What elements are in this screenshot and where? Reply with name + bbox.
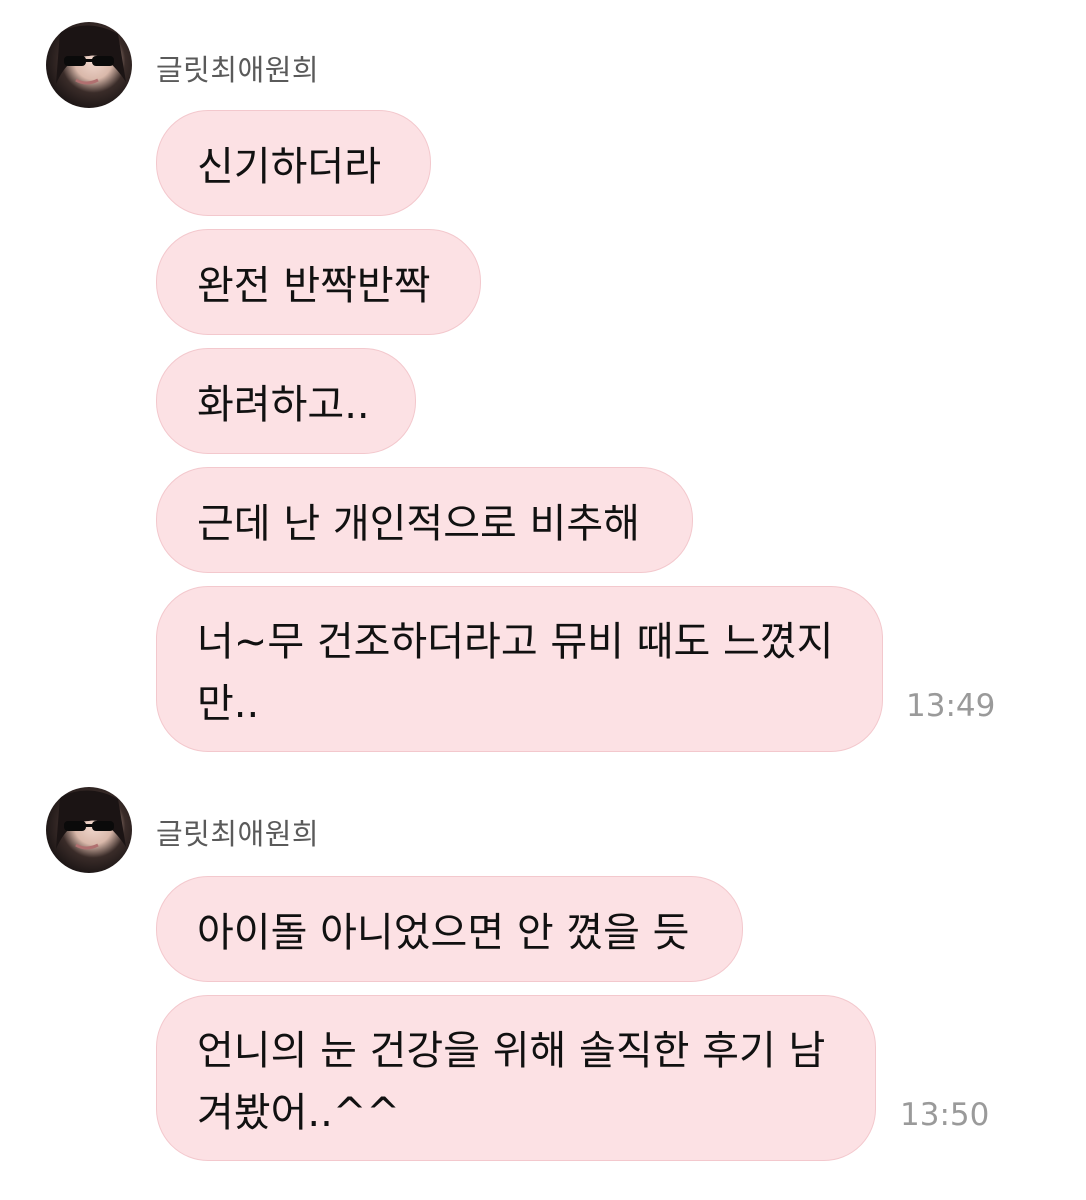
message-bubble[interactable]: 너~무 건조하더라고 뮤비 때도 느꼈지만.. [156, 586, 883, 752]
message-bubble[interactable]: 근데 난 개인적으로 비추해 [156, 467, 693, 573]
sender-avatar[interactable] [46, 787, 132, 873]
message-bubble[interactable]: 언니의 눈 건강을 위해 솔직한 후기 남겨봤어..^^ [156, 995, 876, 1161]
message-bubble[interactable]: 화려하고.. [156, 348, 416, 454]
message-bubble[interactable]: 아이돌 아니었으면 안 꼈을 듯 [156, 876, 743, 982]
sender-name[interactable]: 글릿최애원희 [156, 811, 319, 853]
profile-photo-icon [56, 790, 126, 850]
message-timestamp: 13:50 [900, 1097, 990, 1133]
message-timestamp: 13:49 [906, 688, 996, 724]
sender-avatar[interactable] [46, 22, 132, 108]
profile-photo-icon [56, 25, 126, 85]
message-bubble[interactable]: 완전 반짝반짝 [156, 229, 481, 335]
message-bubble[interactable]: 신기하더라 [156, 110, 431, 216]
sender-name[interactable]: 글릿최애원희 [156, 47, 319, 89]
